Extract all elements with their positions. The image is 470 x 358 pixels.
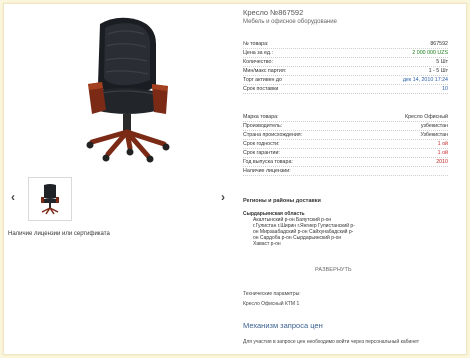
- product-image[interactable]: [72, 14, 184, 164]
- attribute-key: Производитель:: [243, 123, 283, 129]
- tech-params-value: Кресло Офисный КТМ 1: [243, 301, 300, 307]
- attribute-value: 2010: [436, 159, 448, 165]
- detail-key: Количество:: [243, 59, 273, 65]
- regions-fade: [243, 244, 355, 258]
- attribute-value: 1 ой: [437, 141, 448, 147]
- detail-key: Срок поставки: [243, 86, 279, 92]
- detail-row: Срок поставки 10: [243, 85, 448, 94]
- gallery-prev-icon[interactable]: ‹: [8, 190, 18, 204]
- detail-key: Цена за ед.:: [243, 50, 273, 56]
- attribute-value: узбекистан: [420, 123, 448, 129]
- attribute-row: Наличие лицензии:: [243, 167, 448, 176]
- attribute-key: Марка товара:: [243, 114, 279, 120]
- product-title: Кресло №867592: [243, 8, 304, 17]
- detail-key: Торг активен до: [243, 77, 282, 83]
- detail-value: 2 000 000 UZS: [412, 50, 448, 56]
- detail-value: дек 14, 2010 17:24: [402, 77, 448, 83]
- license-note: Наличие лицензии или сертификата: [8, 231, 110, 237]
- attribute-key: Срок годности:: [243, 141, 280, 147]
- detail-value: 1 - 5 Шт: [428, 68, 448, 74]
- price-request-title: Механизм запроса цен: [243, 321, 323, 330]
- regions-title: Регионы и районы доставки: [243, 198, 321, 204]
- attribute-key: Наличие лицензии:: [243, 168, 291, 174]
- detail-row: № товара: 867592: [243, 40, 448, 49]
- attribute-row: Год выпуска товара: 2010: [243, 158, 448, 167]
- region-districts: Акалтынский р-он Баяутский р-он г.Гулист…: [253, 217, 355, 247]
- price-request-text: Для участия в запросе цен необходимо вой…: [243, 339, 419, 345]
- gallery-next-icon[interactable]: ›: [218, 190, 228, 204]
- attribute-row: Срок годности: 1 ой: [243, 140, 448, 149]
- attribute-key: Год выпуска товара:: [243, 159, 293, 165]
- detail-row: Цена за ед.: 2 000 000 UZS: [243, 49, 448, 58]
- expand-regions-link[interactable]: РАЗВЕРНУТЬ: [315, 267, 352, 273]
- attribute-row: Производитель: узбекистан: [243, 122, 448, 131]
- attribute-row: Страна происхождения: Узбекистан: [243, 131, 448, 140]
- attribute-key: Страна происхождения:: [243, 132, 303, 138]
- detail-value: 867592: [430, 41, 448, 47]
- detail-key: Мин/макс партия:: [243, 68, 287, 74]
- attribute-key: Срок гарантии:: [243, 150, 280, 156]
- product-category: Мебель и офисное оборудование: [243, 19, 337, 25]
- detail-row: Количество: 5 Шт: [243, 58, 448, 67]
- detail-key: № товара:: [243, 41, 269, 47]
- tech-params-label: Технические параметры:: [243, 291, 301, 297]
- attribute-value: Узбекистан: [420, 132, 448, 138]
- detail-value: 5 Шт: [436, 59, 448, 65]
- detail-value: 10: [442, 86, 448, 92]
- detail-row: Мин/макс партия: 1 - 5 Шт: [243, 67, 448, 76]
- attribute-row: Марка товара: Кресло Офисный: [243, 113, 448, 122]
- gallery-thumbnail[interactable]: [28, 177, 72, 221]
- attribute-row: Срок гарантии: 1 ой: [243, 149, 448, 158]
- detail-row: Торг активен до дек 14, 2010 17:24: [243, 76, 448, 85]
- attribute-value: Кресло Офисный: [405, 114, 448, 120]
- attribute-value: 1 ой: [437, 150, 448, 156]
